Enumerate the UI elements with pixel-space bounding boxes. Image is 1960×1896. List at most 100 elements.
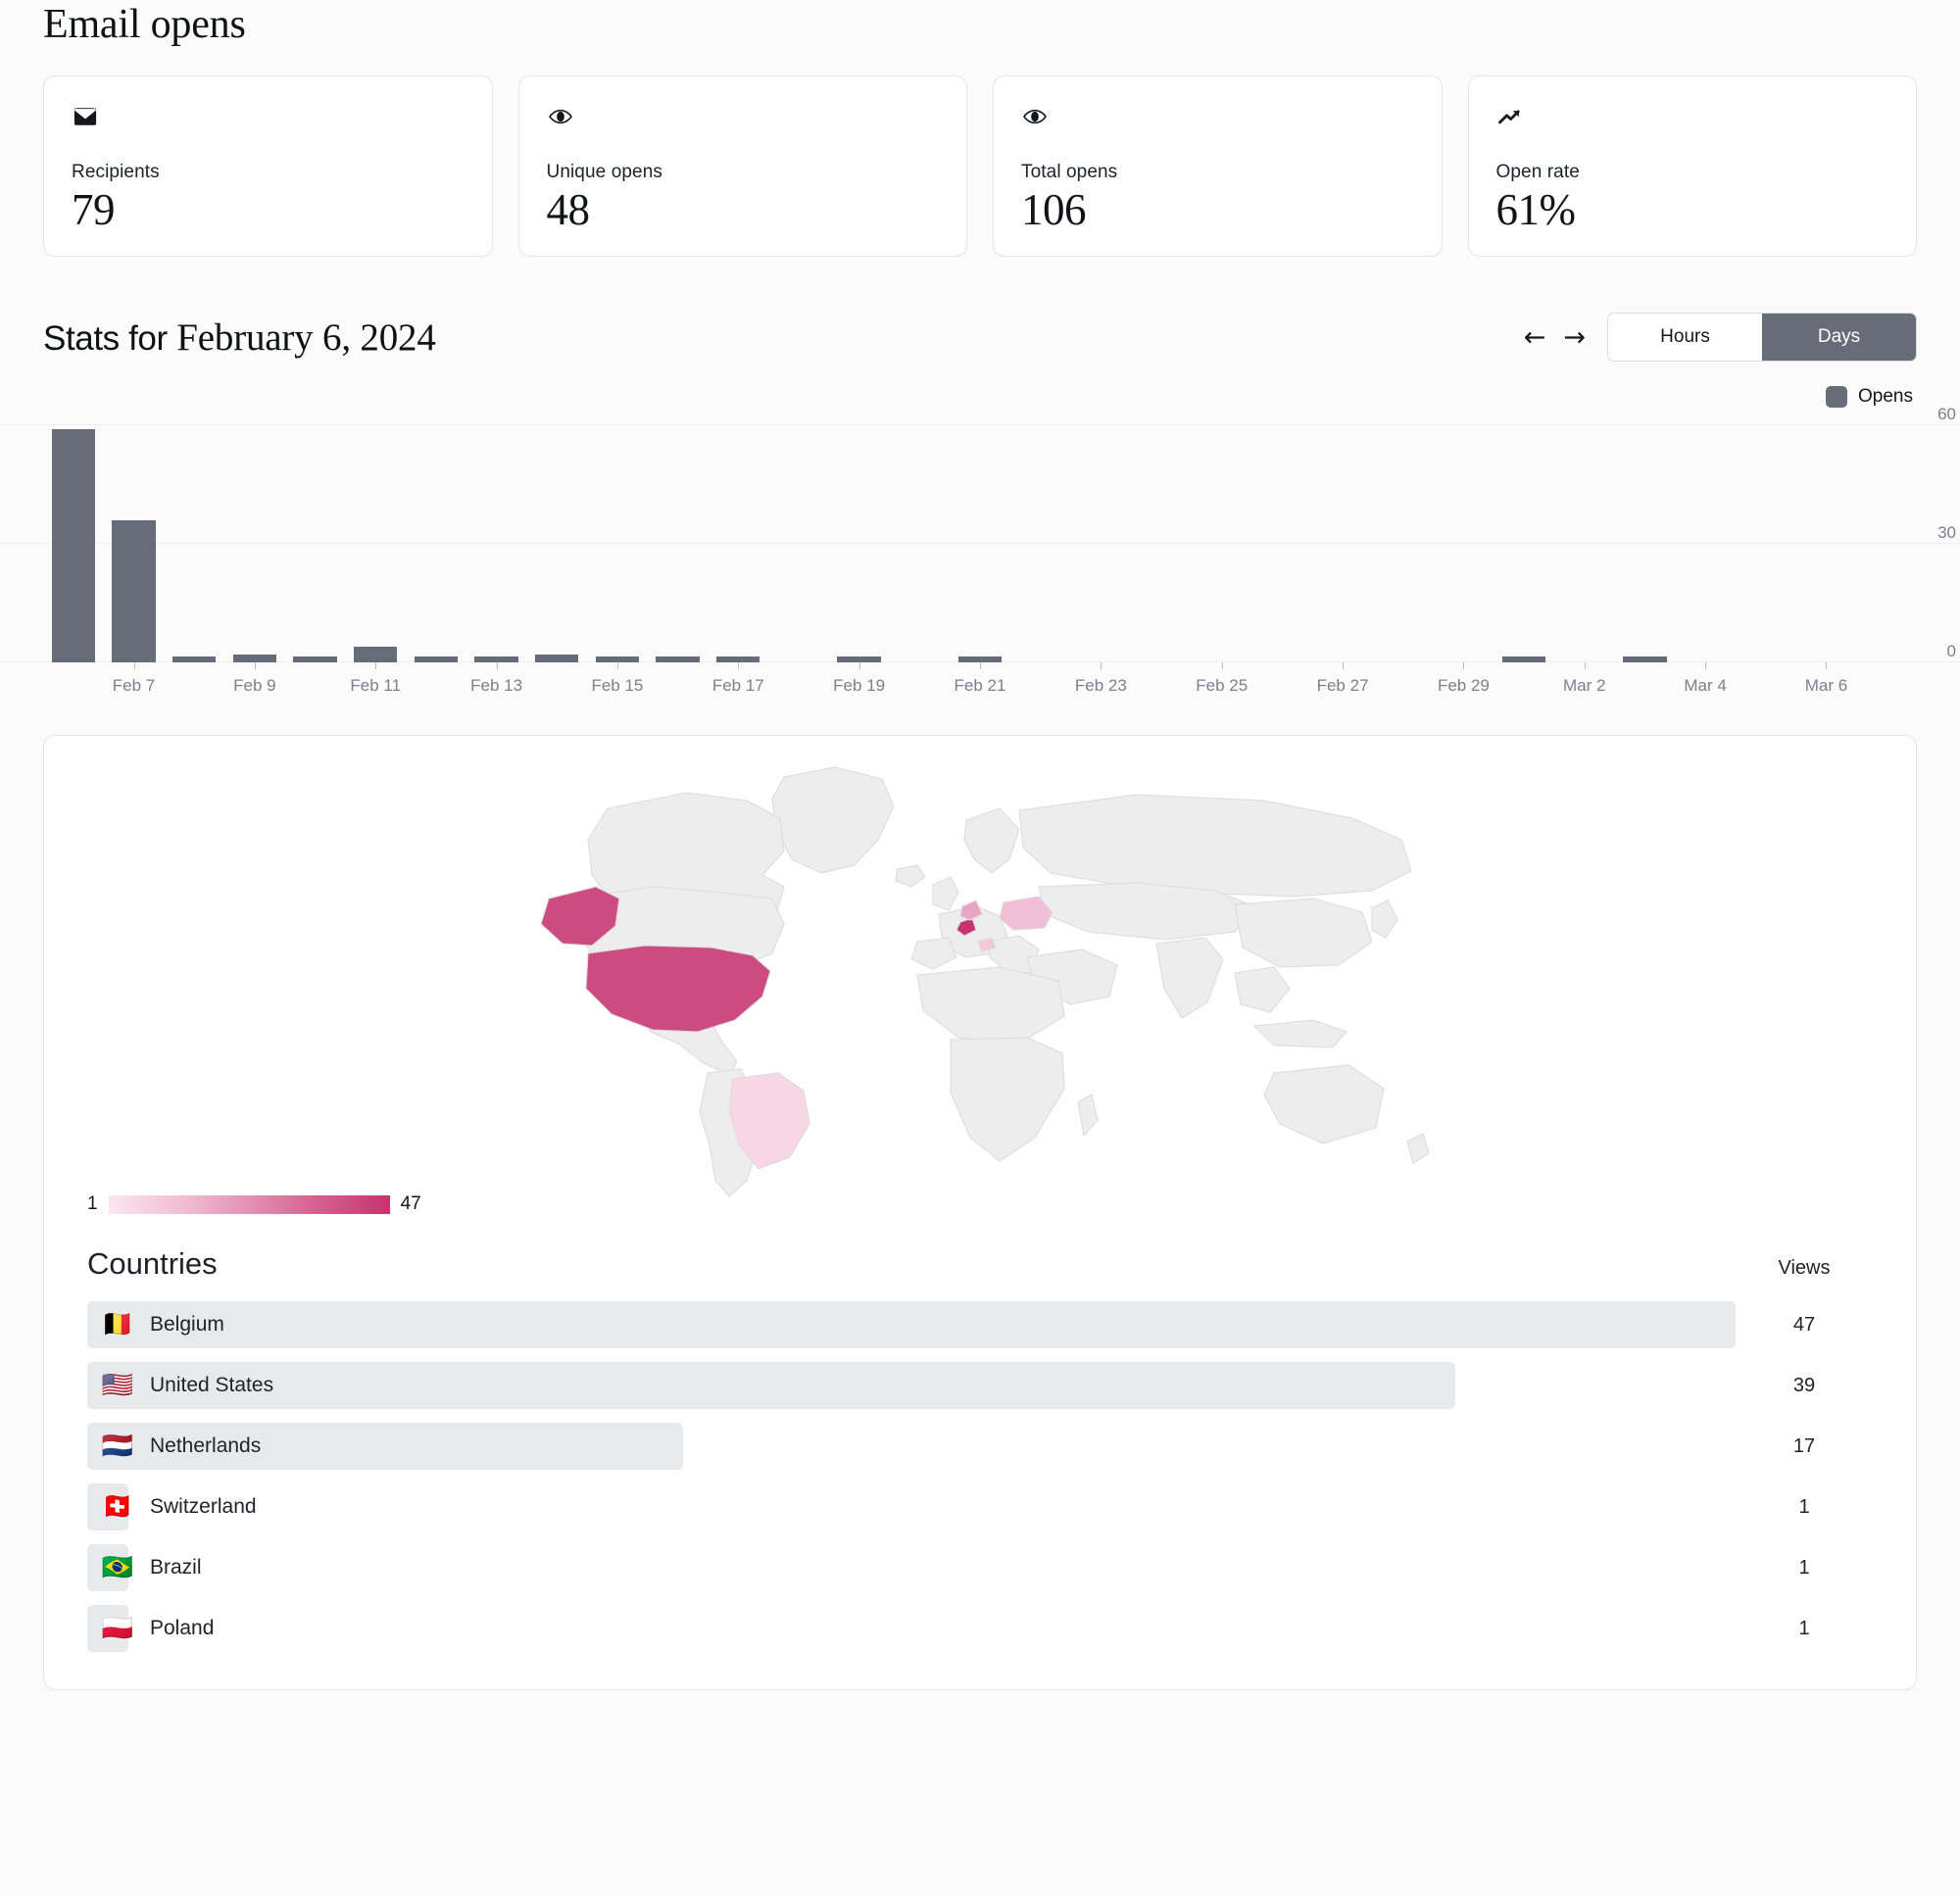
chart-bar-slot[interactable] [104, 425, 165, 662]
chart-bar-slot[interactable] [1736, 425, 1796, 662]
chart-bar-slot[interactable] [1192, 425, 1252, 662]
chart-bar-slot[interactable] [950, 425, 1010, 662]
stats-title-date: February 6, 2024 [176, 316, 435, 359]
stat-value: 106 [1021, 185, 1414, 234]
views-column-header: Views [1736, 1257, 1873, 1280]
chart-x-axis: Feb 7Feb 9Feb 11Feb 13Feb 15Feb 17Feb 19… [43, 662, 1917, 702]
country-name: Belgium [150, 1313, 224, 1337]
chart-x-tick-label: Feb 11 [350, 676, 401, 696]
chart-bar-slot[interactable] [1554, 425, 1615, 662]
country-content: 🇨🇭 Switzerland [87, 1483, 257, 1531]
chart-bar-slot[interactable] [1795, 425, 1856, 662]
chart-bar-slot[interactable] [889, 425, 950, 662]
chart-bar[interactable] [535, 655, 578, 662]
chart-bar-slot[interactable] [1675, 425, 1736, 662]
country-content: 🇵🇱Poland [87, 1605, 214, 1652]
countries-title: Countries [87, 1246, 218, 1282]
flag-brazil-icon: 🇧🇷 [101, 1555, 134, 1580]
stat-card-open-rate: Open rate 61% [1468, 75, 1918, 257]
country-bar-track: 🇵🇱Poland [87, 1605, 1736, 1652]
chart-y-tick-label: 0 [1947, 642, 1956, 661]
country-name: Poland [150, 1617, 214, 1640]
country-bar-track: 🇧🇷 Brazil [87, 1544, 1736, 1591]
chart-bar-slot[interactable] [1251, 425, 1312, 662]
chart-x-tickmark [255, 662, 256, 669]
chart-x-tickmark [738, 662, 739, 669]
chart-bar-slot[interactable] [1070, 425, 1131, 662]
country-row[interactable]: 🇧🇪Belgium47 [87, 1301, 1873, 1348]
legend-swatch-opens [1826, 386, 1847, 408]
chart-x-tickmark [1463, 662, 1464, 669]
chart-plot-area[interactable]: 03060 [43, 425, 1917, 662]
chart-bar[interactable] [52, 429, 95, 662]
chart-bar-slot[interactable] [1433, 425, 1494, 662]
chart-bar-slot[interactable] [43, 425, 104, 662]
chart-bar-slot[interactable] [1312, 425, 1373, 662]
chart-bar-slot[interactable] [466, 425, 527, 662]
stat-label: Recipients [72, 162, 465, 183]
world-map[interactable]: 1 47 [44, 736, 1916, 1191]
chart-bar-slot[interactable] [829, 425, 890, 662]
flag-belgium-icon: 🇧🇪 [101, 1312, 134, 1337]
page-title: Email opens [43, 0, 1917, 47]
chart-legend: Opens [43, 386, 1917, 408]
chart-bar-slot[interactable] [224, 425, 285, 662]
chart-x-tickmark [1101, 662, 1102, 669]
chart-x-tickmark [497, 662, 498, 669]
date-nav-arrows: ← → [1524, 324, 1586, 351]
chart-x-tick-label: Feb 17 [712, 676, 764, 696]
country-row[interactable]: 🇵🇱Poland1 [87, 1605, 1873, 1652]
chart-x-tick-label: Feb 13 [470, 676, 522, 696]
chart-bar-slot[interactable] [648, 425, 709, 662]
chart-x-tickmark [859, 662, 860, 669]
chart-bar-slot[interactable] [285, 425, 346, 662]
next-period-button[interactable]: → [1563, 324, 1586, 351]
chart-bar[interactable] [354, 647, 397, 662]
range-toggle-days[interactable]: Days [1762, 314, 1916, 361]
chart-bar-slot[interactable] [526, 425, 587, 662]
flag-switzerland-icon: 🇨🇭 [101, 1494, 134, 1520]
country-bar-track: 🇧🇪 Belgium [87, 1301, 1736, 1348]
chart-bar-slot[interactable] [708, 425, 768, 662]
chart-bar-slot[interactable] [1010, 425, 1071, 662]
chart-x-tickmark [1222, 662, 1223, 669]
stat-card-total-opens: Total opens 106 [993, 75, 1443, 257]
flag-united-states-icon: 🇺🇸 [101, 1373, 134, 1398]
chart-x-tickmark [375, 662, 376, 669]
country-views: 17 [1736, 1435, 1873, 1458]
chart-bar[interactable] [233, 655, 276, 662]
envelope-icon [72, 102, 101, 131]
chart-bar[interactable] [112, 520, 155, 662]
range-toggle-hours[interactable]: Hours [1608, 314, 1762, 361]
chart-bar-slot[interactable] [1131, 425, 1192, 662]
country-name: Switzerland [150, 1495, 257, 1519]
chart-bar-slot[interactable] [406, 425, 466, 662]
country-row[interactable]: 🇺🇸 United States 39 [87, 1362, 1873, 1409]
countries-list: 🇧🇪Belgium47🇺🇸United States39🇳🇱Netherland… [44, 1282, 1916, 1652]
chart-bar-slot[interactable] [587, 425, 648, 662]
chart-bar-slot[interactable] [768, 425, 829, 662]
chart-x-tick-label: Mar 4 [1684, 676, 1726, 696]
chart-x-tickmark [1705, 662, 1706, 669]
chart-bar-slot[interactable] [1373, 425, 1434, 662]
chart-bar-slot[interactable] [345, 425, 406, 662]
country-name: Brazil [150, 1556, 202, 1580]
country-row[interactable]: 🇳🇱Netherlands17 [87, 1423, 1873, 1470]
country-content: 🇧🇷 Brazil [87, 1544, 202, 1591]
chart-bar-slot[interactable] [1856, 425, 1917, 662]
chart-bar-slot[interactable] [164, 425, 224, 662]
country-row[interactable]: 🇧🇷Brazil1 [87, 1544, 1873, 1591]
chart-x-tickmark [1826, 662, 1827, 669]
previous-period-button[interactable]: ← [1524, 324, 1546, 351]
chart-x-tickmark [1585, 662, 1586, 669]
chart-bar-slot[interactable] [1494, 425, 1554, 662]
country-views: 39 [1736, 1375, 1873, 1397]
map-legend-min: 1 [87, 1193, 98, 1215]
country-row[interactable]: 🇨🇭 Switzerland 1 [87, 1483, 1873, 1531]
country-views: 1 [1736, 1496, 1873, 1519]
country-name: United States [150, 1374, 273, 1397]
stats-card-row: Recipients 79 Unique opens 48 [43, 75, 1917, 257]
map-gradient-bar [109, 1195, 390, 1214]
chart-bar-slot[interactable] [1614, 425, 1675, 662]
map-legend-max: 47 [401, 1193, 421, 1215]
